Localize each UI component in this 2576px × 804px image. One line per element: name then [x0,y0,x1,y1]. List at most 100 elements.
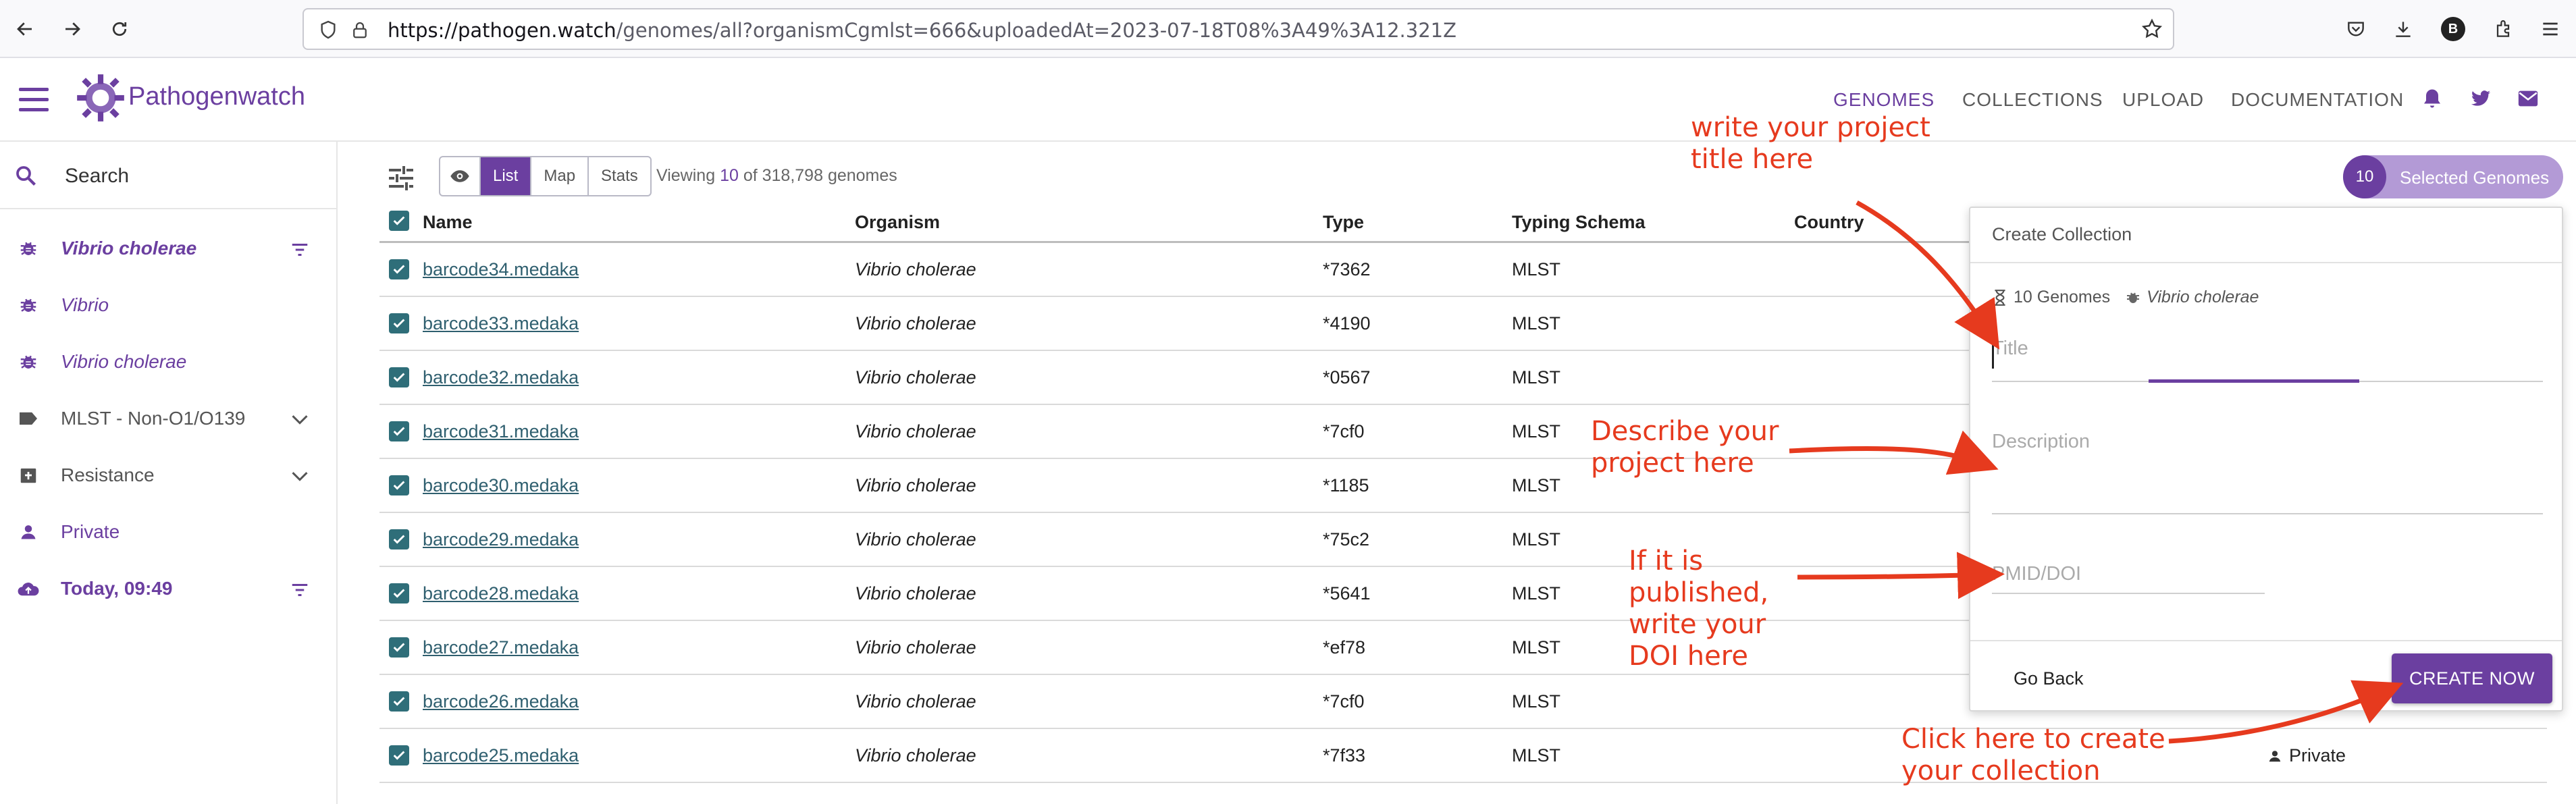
row-checkbox[interactable] [389,691,409,712]
column-header-name[interactable]: Name [423,212,473,233]
reload-icon[interactable] [104,14,135,45]
view-stats-button[interactable]: Stats [589,157,650,195]
collection-organism: Vibrio cholerae [2147,288,2259,306]
twitter-icon[interactable] [2466,84,2496,113]
sidebar-item-upload-date[interactable]: Today, 09:49 [0,560,338,617]
bug-icon [15,348,42,375]
column-header-type[interactable]: Type [1323,212,1364,233]
type-cell: *5641 [1323,583,1371,604]
genome-name-link[interactable]: barcode29.medaka [423,529,579,550]
row-checkbox[interactable] [389,313,409,333]
column-header-country[interactable]: Country [1794,212,1864,233]
row-checkbox[interactable] [389,745,409,766]
panel-title: Create Collection [1992,224,2132,244]
sidebar-item-organism[interactable]: Vibrio cholerae [0,220,338,277]
filter-list-icon[interactable] [286,577,313,604]
typing-schema-cell: MLST [1512,691,1561,712]
go-back-button[interactable]: Go Back [2014,668,2084,689]
nav-upload[interactable]: UPLOAD [2122,89,2204,111]
chevron-down-icon[interactable] [286,406,313,433]
genome-name-link[interactable]: barcode32.medaka [423,367,579,388]
eye-icon[interactable] [440,157,481,195]
view-map-button[interactable]: Map [531,157,589,195]
description-input[interactable]: Description [1992,431,2090,453]
cloud-upload-icon [15,575,42,602]
sidebar-item-resistance[interactable]: Resistance [0,447,338,504]
app-header: Pathogenwatch GENOMES COLLECTIONS UPLOAD… [0,58,2576,142]
genome-name-link[interactable]: barcode26.medaka [423,691,579,712]
sidebar-item-species[interactable]: Vibrio cholerae [0,333,338,390]
browser-toolbar: https://pathogen.watch/genomes/all?organ… [0,0,2576,58]
column-header-organism[interactable]: Organism [855,212,940,233]
chevron-down-icon[interactable] [286,463,313,490]
tune-filter-icon[interactable] [385,162,417,194]
annotation-description-hint: Describe your project here [1591,416,1779,479]
annotation-create-hint: Click here to create your collection [1901,724,2165,786]
pocket-icon[interactable] [2340,14,2371,45]
forward-arrow-icon[interactable] [57,14,88,45]
genome-name-link[interactable]: barcode34.medaka [423,259,579,280]
row-checkbox[interactable] [389,637,409,658]
type-cell: *0567 [1323,367,1371,387]
genome-count: 10 Genomes [2014,288,2111,306]
type-cell: *1185 [1323,475,1369,495]
row-checkbox[interactable] [389,529,409,550]
access-cell: Private [2267,745,2346,766]
organism-cell: Vibrio cholerae [855,367,976,387]
search-input[interactable]: Search [65,165,129,188]
selected-genomes-button[interactable]: 10 Selected Genomes [2343,155,2563,198]
sidebar-item-mlst[interactable]: MLST - Non-O1/O139 [0,390,338,447]
genome-name-link[interactable]: barcode27.medaka [423,637,579,658]
selected-count-badge: 10 [2343,155,2386,198]
select-all-checkbox[interactable] [389,211,409,231]
bookmark-star-icon[interactable] [2140,18,2163,41]
email-icon[interactable] [2513,84,2543,113]
selected-genomes-label: Selected Genomes [2400,167,2550,188]
row-checkbox[interactable] [389,583,409,604]
typing-schema-cell: MLST [1512,421,1561,441]
genome-name-link[interactable]: barcode30.medaka [423,475,579,496]
title-input[interactable]: Title [1992,338,2028,360]
back-arrow-icon[interactable] [9,14,41,45]
view-list-button[interactable]: List [481,157,532,195]
typing-schema-cell: MLST [1512,637,1561,658]
typing-schema-cell: MLST [1512,529,1561,550]
divider [1970,640,2562,641]
genome-name-link[interactable]: barcode33.medaka [423,313,579,334]
sidebar-item-genus[interactable]: Vibrio [0,277,338,333]
download-icon[interactable] [2388,14,2419,45]
row-checkbox[interactable] [389,475,409,495]
profile-avatar[interactable]: B [2438,14,2469,45]
annotation-doi-hint: If it is published, write your DOI here [1629,545,1769,672]
extensions-icon[interactable] [2488,14,2519,45]
row-checkbox[interactable] [389,259,409,279]
nav-genomes[interactable]: GENOMES [1833,89,1935,111]
logo-text: Pathogenwatch [128,82,305,111]
menu-icon[interactable] [2535,14,2566,45]
genome-name-link[interactable]: barcode31.medaka [423,421,579,442]
search-row[interactable]: Search [0,142,338,209]
nav-collections[interactable]: COLLECTIONS [1962,89,2103,111]
person-icon [15,518,42,545]
collection-summary: 10 Genomes Vibrio cholerae [1992,288,2259,307]
sidebar-item-label: Private [61,521,120,542]
sidebar-item-private[interactable]: Private [0,504,338,560]
view-toggle-group: List Map Stats [439,156,652,196]
row-checkbox[interactable] [389,421,409,441]
annotation-title-hint: write your project title here [1691,112,1930,175]
genome-name-link[interactable]: barcode28.medaka [423,583,579,604]
address-bar[interactable]: https://pathogen.watch/genomes/all?organ… [303,8,2174,50]
notifications-bell-icon[interactable] [2417,84,2447,113]
column-header-typing-schema[interactable]: Typing Schema [1512,212,1646,233]
hamburger-menu-icon[interactable] [19,88,49,112]
genome-name-link[interactable]: barcode25.medaka [423,745,579,766]
sidebar-item-label: Today, 09:49 [61,578,173,599]
create-now-button[interactable]: CREATE NOW [2392,653,2552,703]
pmid-doi-input[interactable]: PMID/DOI [1992,563,2081,585]
hourglass-icon [1995,289,2005,306]
nav-documentation[interactable]: DOCUMENTATION [2231,89,2404,111]
organism-cell: Vibrio cholerae [855,745,976,766]
table-row[interactable]: barcode25.medaka Vibrio cholerae *7f33 MLST… [379,729,2547,783]
row-checkbox[interactable] [389,367,409,387]
filter-list-icon[interactable] [286,236,313,263]
